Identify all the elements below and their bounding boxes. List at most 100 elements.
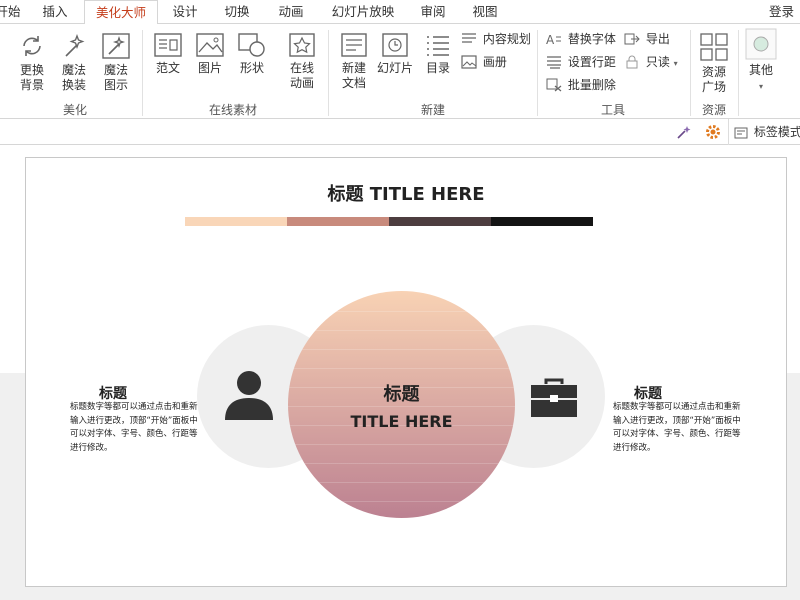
readonly-button[interactable]: 只读 ▾ (624, 53, 678, 73)
group-separator (328, 30, 329, 116)
slide-button[interactable]: 幻灯片 (375, 32, 415, 76)
album-label: 画册 (482, 55, 507, 69)
line-spacing-label: 设置行距 (567, 55, 616, 69)
resource-plaza-button[interactable]: 资源 广场 (694, 32, 734, 95)
magic-wand-icon[interactable] (676, 124, 692, 140)
secondary-toolbar: 标签模式 (0, 119, 800, 145)
group-separator (690, 30, 691, 116)
picture-button[interactable]: 图片 (190, 32, 230, 76)
group-separator (142, 30, 143, 116)
line-spacing-button[interactable]: 设置行距 (546, 53, 616, 71)
change-background-button[interactable]: 更换 背景 (12, 32, 52, 93)
slide-canvas[interactable]: 标题 TITLE HERE 标题 TITLE HERE 标题 标题数字等都可以通… (25, 157, 787, 587)
circle-stripe (288, 368, 515, 369)
slide-workspace: 标题 TITLE HERE 标题 TITLE HERE 标题 标题数字等都可以通… (0, 145, 800, 600)
tag-mode-button[interactable]: 标签模式 (734, 123, 800, 141)
title-bar-segment (287, 217, 389, 226)
list-icon (427, 36, 449, 56)
group-label-online: 在线素材 (208, 103, 257, 117)
export-icon (624, 33, 640, 45)
tab-insert[interactable]: 插入 (38, 0, 72, 24)
template-button[interactable]: 范文 (148, 32, 188, 76)
tab-design[interactable]: 设计 (168, 0, 202, 24)
group-label-resources: 资源 (701, 103, 726, 117)
group-label-tools: 工具 (600, 103, 625, 117)
title-bar-segment (491, 217, 593, 226)
replace-font-label: 替换字体 (567, 32, 616, 46)
tag-mode-label: 标签模式 (753, 125, 800, 139)
tab-review[interactable]: 审阅 (416, 0, 450, 24)
new-document-button[interactable]: 新建 文档 (334, 32, 374, 91)
slide-label: 幻灯片 (376, 61, 413, 75)
content-plan-icon (462, 33, 476, 43)
template-label: 范文 (155, 61, 180, 75)
tab-slideshow[interactable]: 幻灯片放映 (328, 0, 398, 24)
circle-stripe (288, 330, 515, 331)
online-animation-label: 在线 动画 (289, 61, 314, 90)
gear-icon[interactable] (705, 124, 721, 140)
right-heading[interactable]: 标题 (634, 383, 662, 403)
right-body-text[interactable]: 标题数字等都可以通过点击和重新输入进行更改，顶部“开始”面板中可以对字体、字号、… (613, 401, 748, 455)
content-plan-label: 内容规划 (482, 32, 531, 46)
replace-font-button[interactable]: A 替换字体 (546, 30, 616, 48)
magic-wand-icon (65, 34, 85, 57)
other-button[interactable]: 其他 ▾ (742, 28, 780, 94)
star-animation-icon (289, 33, 315, 57)
album-icon (461, 55, 477, 69)
magic-diagram-button[interactable]: 魔法 图示 (96, 32, 136, 93)
new-document-icon (341, 33, 367, 57)
group-separator (537, 30, 538, 116)
content-plan-button[interactable]: 内容规划 (461, 30, 531, 48)
shape-button[interactable]: 形状 (232, 32, 272, 76)
circle-stripe (288, 501, 515, 502)
export-button[interactable]: 导出 (624, 30, 670, 48)
center-subtitle[interactable]: TITLE HERE (288, 412, 515, 431)
tab-animations[interactable]: 动画 (274, 0, 308, 24)
resource-plaza-label: 资源 广场 (701, 65, 726, 94)
grid-icon (700, 33, 728, 61)
shape-label: 形状 (239, 61, 264, 75)
picture-icon (196, 33, 224, 57)
slide-title[interactable]: 标题 TITLE HERE (26, 180, 786, 206)
magic-change-label: 魔法 换装 (61, 63, 86, 92)
refresh-icon (23, 36, 41, 56)
svg-text:A: A (546, 33, 555, 46)
picture-label: 图片 (197, 61, 222, 75)
login-link[interactable]: 登录 (769, 0, 794, 24)
batch-delete-icon (546, 78, 562, 92)
batch-delete-button[interactable]: 批量删除 (546, 76, 616, 94)
group-label-new: 新建 (420, 103, 445, 117)
group-separator (738, 30, 739, 116)
briefcase-icon (531, 378, 577, 417)
group-label-beautify: 美化 (62, 103, 87, 117)
export-label: 导出 (645, 32, 670, 46)
left-body-text[interactable]: 标题数字等都可以通过点击和重新输入进行更改，顶部“开始”面板中可以对字体、字号、… (70, 401, 205, 455)
circle-stripe (288, 482, 515, 483)
tab-view[interactable]: 视图 (468, 0, 502, 24)
album-button[interactable]: 画册 (461, 53, 507, 71)
ribbon-tab-bar: 开始 插入 美化大师 设计 切换 动画 幻灯片放映 审阅 视图 登录 (0, 0, 800, 25)
shape-icon (238, 33, 265, 57)
toolbar-separator (728, 119, 729, 145)
lock-icon (626, 55, 638, 69)
tab-start[interactable]: 开始 (0, 0, 22, 24)
toc-label: 目录 (425, 61, 450, 75)
readonly-label: 只读 (645, 55, 670, 69)
online-animation-button[interactable]: 在线 动画 (282, 32, 322, 91)
other-icon (745, 28, 777, 60)
center-title[interactable]: 标题 (288, 380, 515, 406)
tab-beautify-master[interactable]: 美化大师 (84, 0, 158, 25)
circle-stripe (288, 406, 515, 407)
left-heading[interactable]: 标题 (99, 383, 127, 403)
change-background-label: 更换 背景 (19, 63, 44, 92)
chevron-down-icon: ▾ (758, 82, 763, 91)
title-bar-segment (389, 217, 491, 226)
ribbon: 更换 背景 魔法 换装 魔法 图示 美化 范文 图片 形状 在线 动画 在线素材… (0, 24, 800, 119)
tab-transitions[interactable]: 切换 (220, 0, 254, 24)
line-spacing-icon (547, 56, 561, 69)
replace-font-icon: A (546, 33, 561, 47)
magic-change-button[interactable]: 魔法 换装 (54, 32, 94, 93)
circle-stripe (288, 311, 515, 312)
toc-button[interactable]: 目录 (418, 32, 458, 76)
new-document-label: 新建 文档 (341, 61, 366, 90)
